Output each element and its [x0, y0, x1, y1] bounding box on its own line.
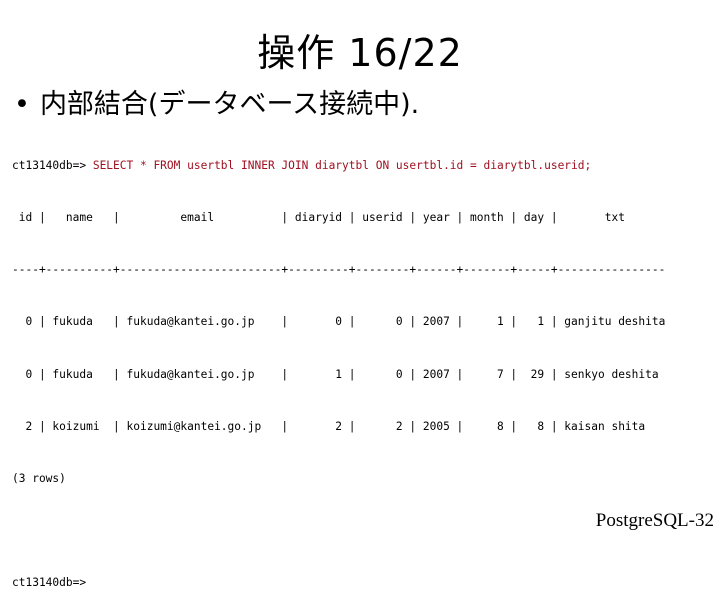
final-prompt[interactable]: ct13140db=>: [12, 574, 665, 591]
bullet-icon: •: [14, 89, 30, 120]
row-count: (3 rows): [12, 472, 66, 486]
table-separator: ----+----------+------------------------…: [12, 263, 666, 277]
table-row: 0 | fukuda | fukuda@kantei.go.jp | 1 | 0…: [12, 367, 659, 381]
bullet-item: • 内部結合(データベース接続中).: [14, 82, 419, 121]
table-row: 2 | koizumi | koizumi@kantei.go.jp | 2 |…: [12, 419, 646, 433]
terminal-output: ct13140db=> SELECT * FROM usertbl INNER …: [12, 122, 665, 609]
prompt: ct13140db=>: [12, 158, 93, 172]
table-row: 0 | fukuda | fukuda@kantei.go.jp | 0 | 0…: [12, 315, 666, 329]
sql-command: SELECT * FROM usertbl INNER JOIN diarytb…: [92, 158, 592, 172]
slide-footer: PostgreSQL-32: [595, 510, 714, 531]
command-line: ct13140db=> SELECT * FROM usertbl INNER …: [12, 157, 665, 174]
table-header: id | name | email | diaryid | userid | y…: [12, 211, 625, 225]
bullet-text: 内部結合(データベース接続中).: [39, 89, 420, 120]
slide-title: 操作 16/22: [257, 31, 463, 75]
